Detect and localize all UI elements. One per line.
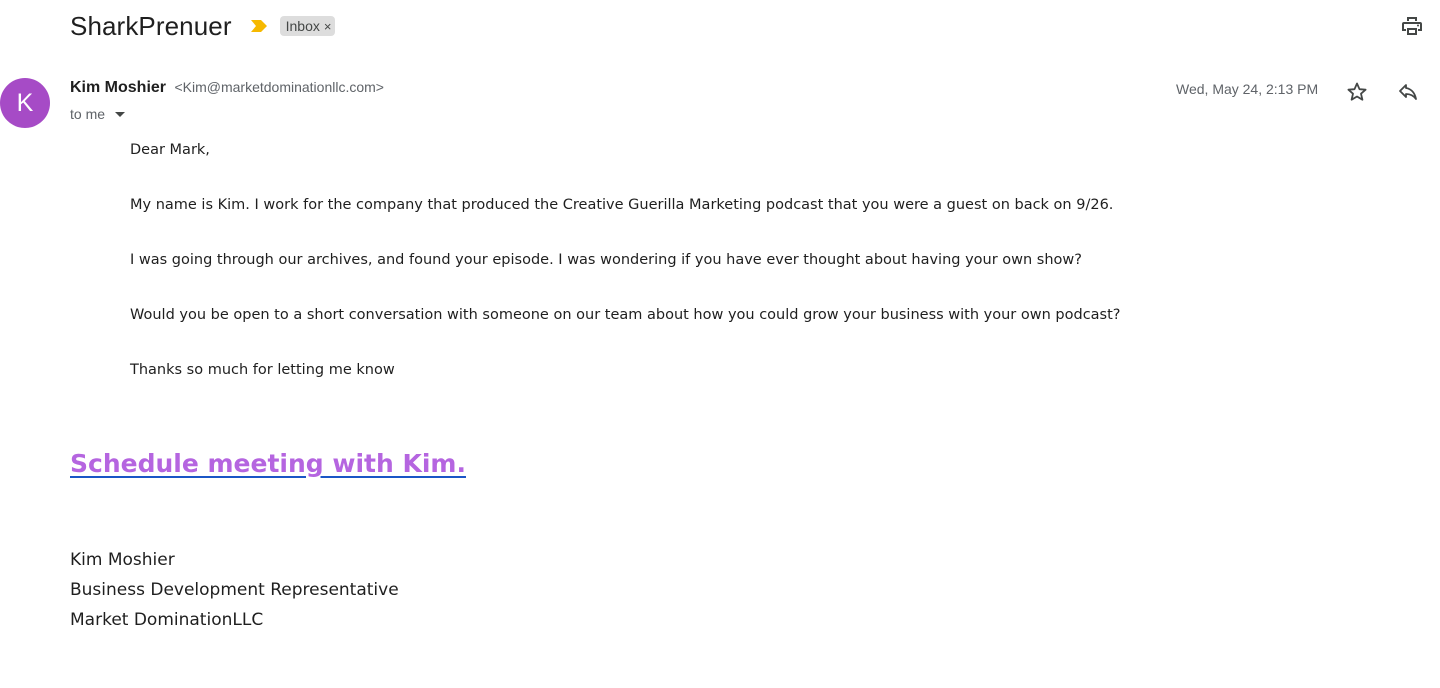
signature-company: Market DominationLLC	[70, 610, 264, 630]
message-date: Wed, May 24, 2:13 PM	[1176, 81, 1319, 97]
label-chip-text: Inbox	[285, 18, 320, 34]
reply-icon[interactable]	[1396, 80, 1420, 104]
signature-name: Kim Moshier	[70, 550, 175, 570]
signature-title: Business Development Representative	[70, 580, 399, 600]
email-closing: Thanks so much for letting me know	[130, 362, 395, 378]
avatar[interactable]: K	[0, 78, 50, 128]
email-greeting: Dear Mark,	[130, 142, 210, 158]
email-paragraph: Would you be open to a short conversatio…	[130, 307, 1121, 323]
label-chip-inbox[interactable]: Inbox ×	[279, 16, 336, 36]
remove-label-button[interactable]: ×	[324, 19, 332, 34]
email-paragraph: I was going through our archives, and fo…	[130, 252, 1082, 268]
avatar-letter: K	[16, 88, 34, 117]
sender-email: <Kim@marketdominationllc.com>	[174, 79, 384, 95]
sender-line: Kim Moshier <Kim@marketdominationllc.com…	[70, 79, 384, 97]
sender-name[interactable]: Kim Moshier	[70, 79, 166, 96]
recipient-details-toggle[interactable]: to me	[70, 106, 126, 122]
chevron-down-icon[interactable]	[115, 111, 126, 117]
email-subject: SharkPrenuer	[70, 10, 232, 41]
email-view: SharkPrenuer Inbox × K Kim Moshier <Kim@…	[0, 0, 1440, 688]
schedule-meeting-link[interactable]: Schedule meeting with Kim.	[70, 449, 466, 478]
importance-marker-icon[interactable]	[250, 19, 268, 33]
recipient-text: to me	[70, 106, 106, 122]
email-paragraph: My name is Kim. I work for the company t…	[130, 197, 1114, 213]
print-icon[interactable]	[1400, 14, 1424, 38]
subject-row: SharkPrenuer Inbox ×	[70, 8, 336, 44]
star-icon[interactable]	[1345, 80, 1369, 104]
